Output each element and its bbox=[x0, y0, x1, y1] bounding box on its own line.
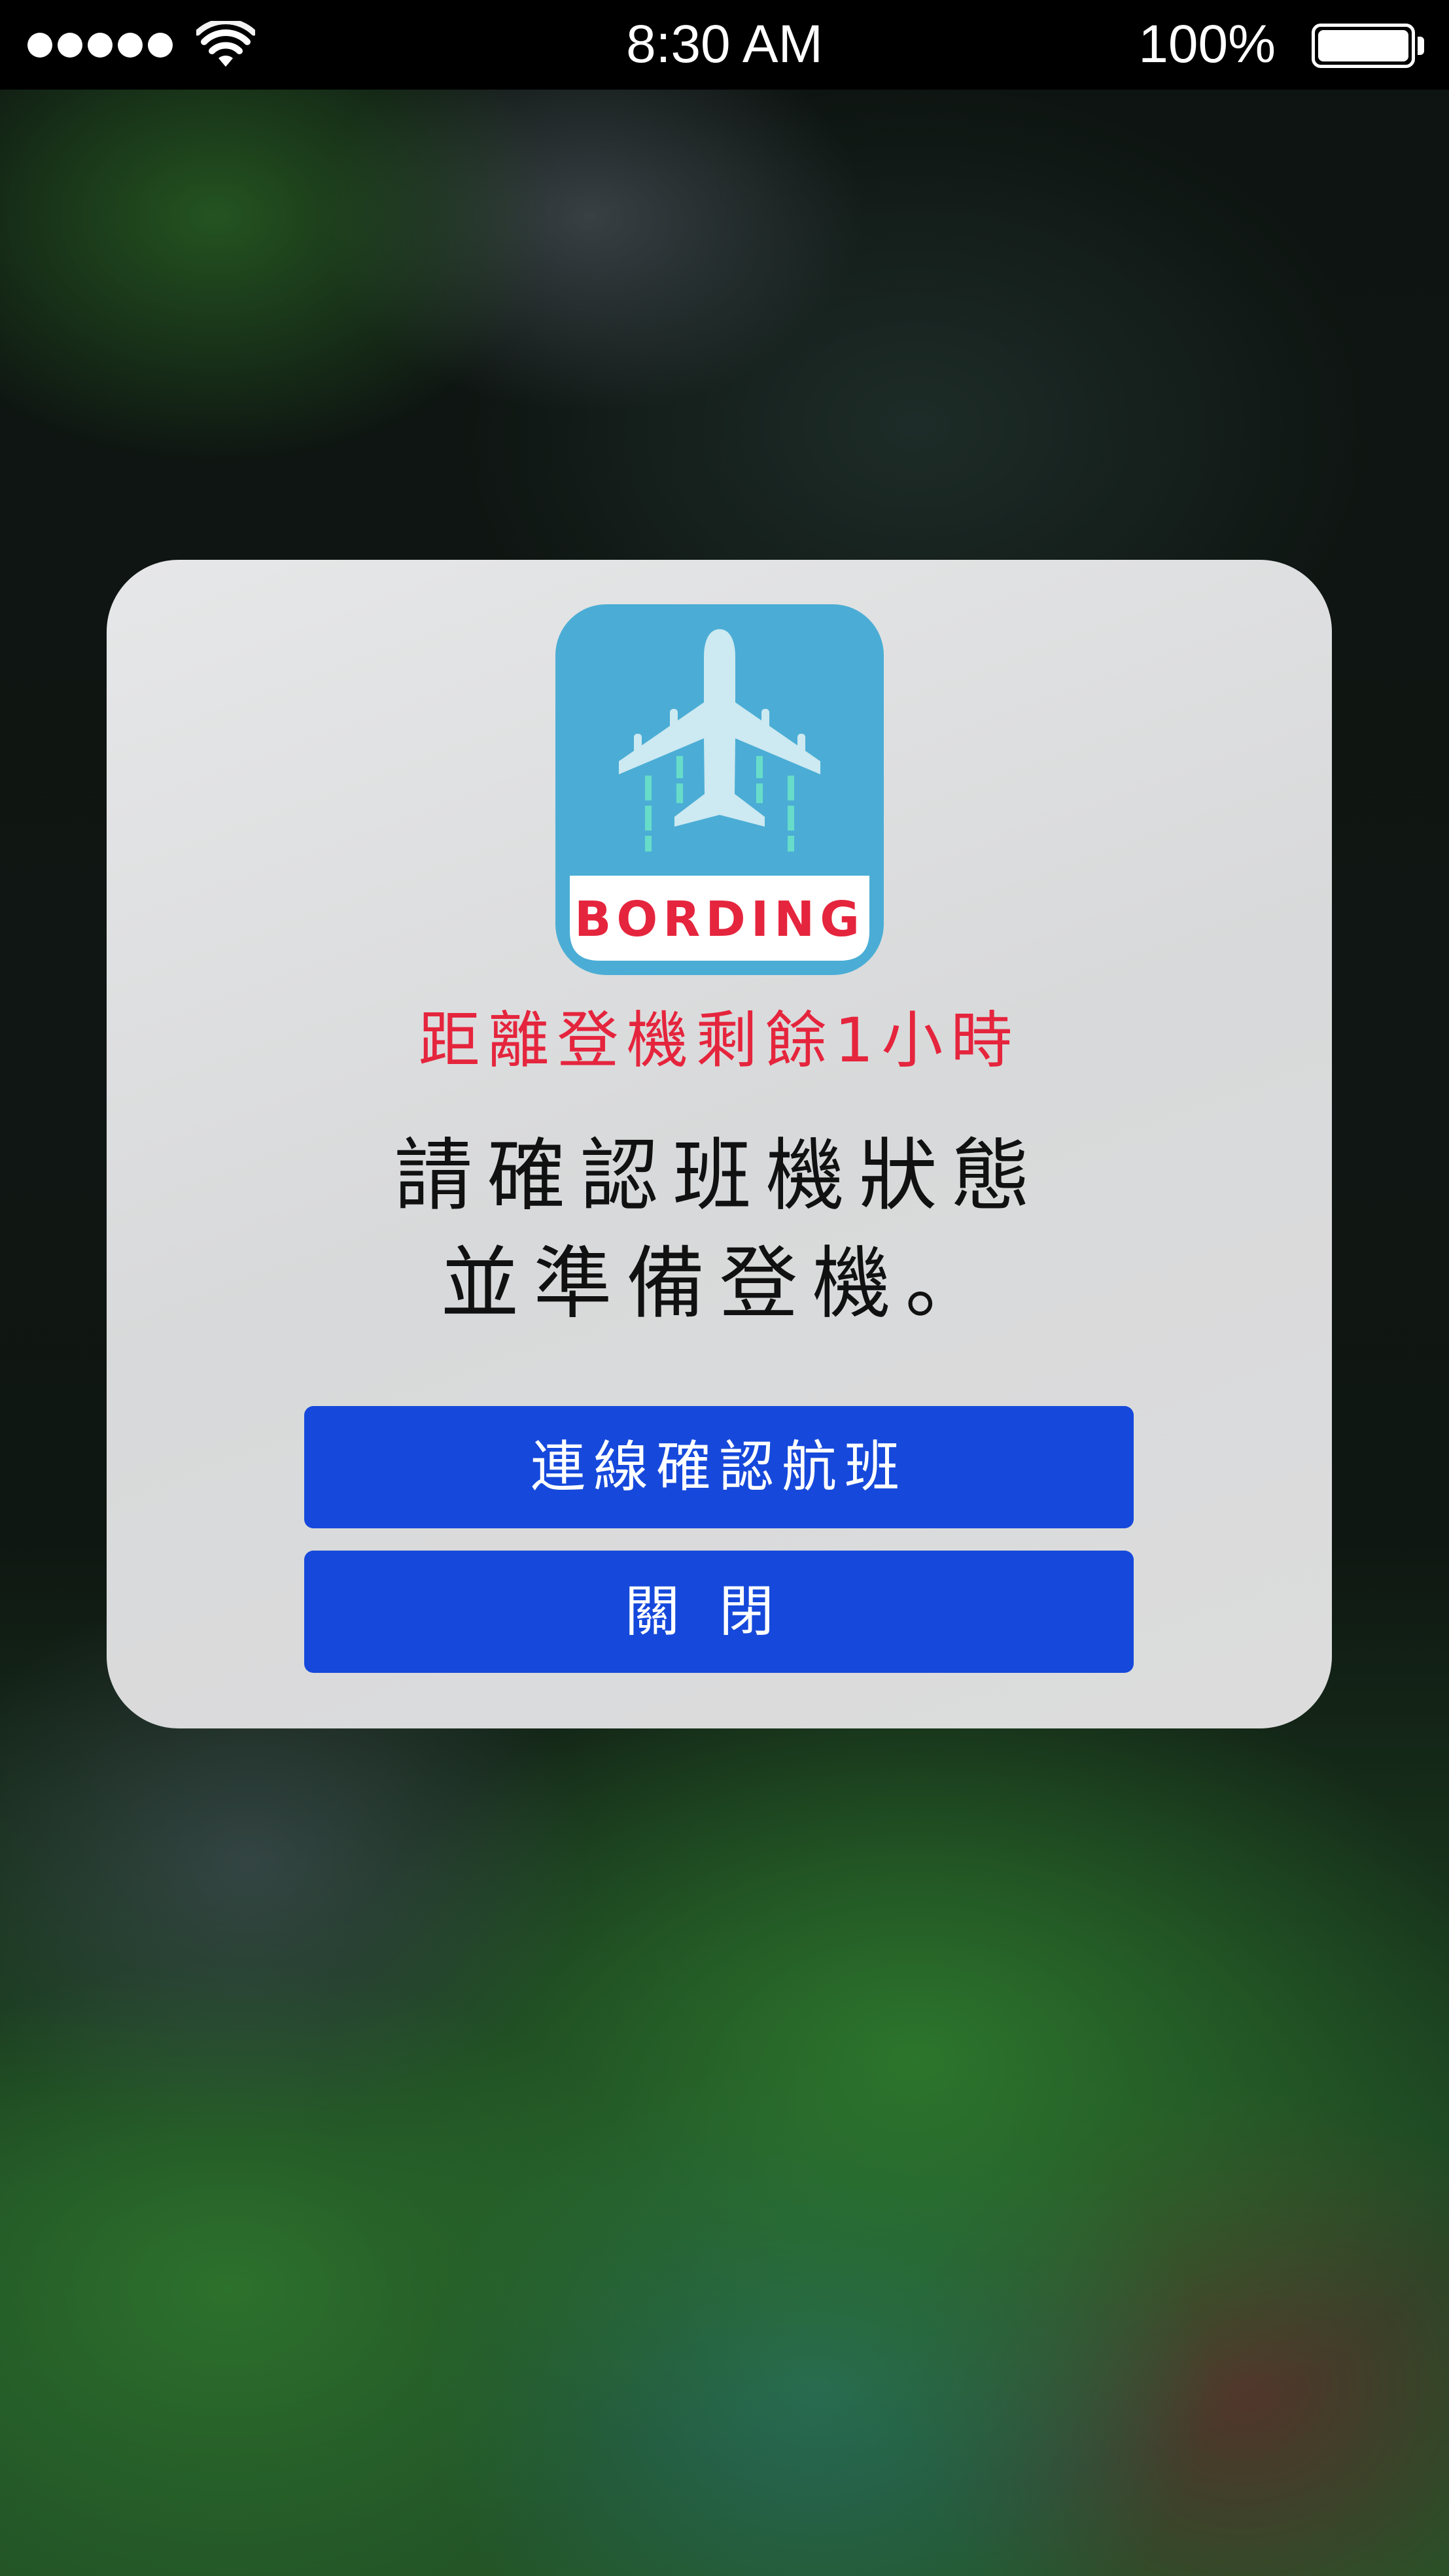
boarding-countdown-text: 距離登機剩餘1小時 bbox=[418, 1005, 1021, 1076]
boarding-app-icon: BORDING bbox=[555, 604, 884, 975]
close-button[interactable]: 關閉 bbox=[304, 1551, 1134, 1673]
alert-message-line: 請確認班機狀態 bbox=[394, 1131, 1045, 1222]
alert-message-line: 並準備登機。 bbox=[440, 1239, 998, 1330]
confirm-flight-button[interactable]: 連線確認航班 bbox=[304, 1406, 1134, 1528]
battery-terminal bbox=[1418, 37, 1424, 55]
status-bar: 8:30 AM 100% bbox=[0, 0, 1449, 90]
app-icon-label: BORDING bbox=[574, 891, 865, 948]
airplane-icon: BORDING bbox=[555, 604, 884, 975]
alert-message: 請確認班機狀態 並準備登機。 bbox=[107, 1122, 1332, 1338]
boarding-alert-dialog: BORDING 距離登機剩餘1小時 請確認班機狀態 並準備登機。 連線確認航班 … bbox=[107, 560, 1332, 1728]
battery-level-fill bbox=[1318, 30, 1408, 61]
battery-percentage: 100% bbox=[1138, 14, 1276, 74]
battery-icon bbox=[1312, 24, 1426, 68]
